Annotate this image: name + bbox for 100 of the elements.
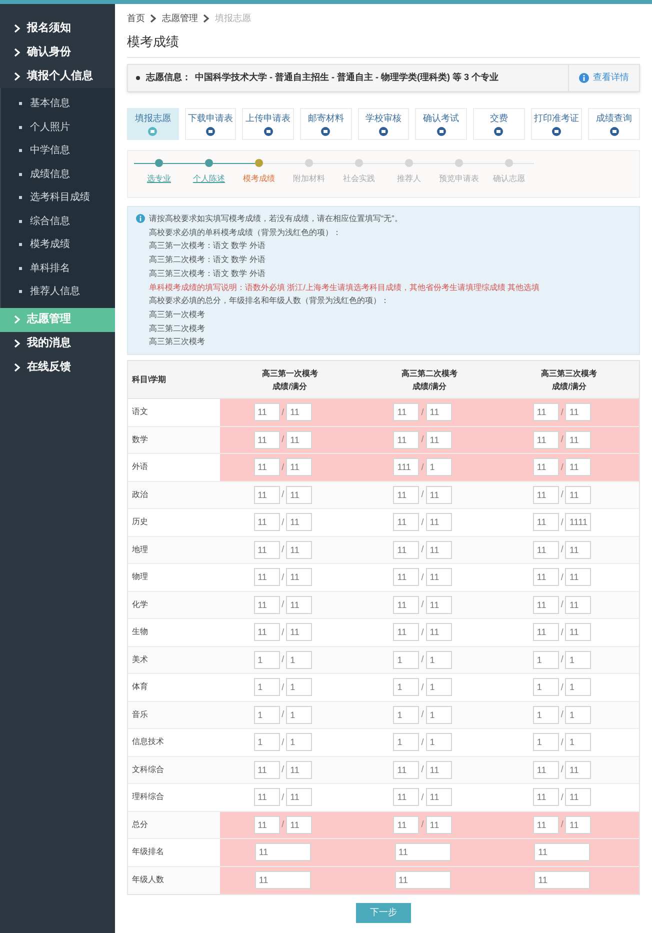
score-field[interactable]: 11 <box>254 430 280 449</box>
score-field[interactable]: 1 <box>286 650 312 669</box>
process-tab[interactable]: 邮寄材料 <box>300 108 352 140</box>
score-field[interactable]: 11 <box>254 568 280 586</box>
submenu-item[interactable]: 模考成绩 <box>1 233 115 256</box>
score-field[interactable]: 11 <box>565 760 592 779</box>
score-field[interactable]: 11 <box>286 816 312 834</box>
score-field[interactable]: 1 <box>254 678 280 696</box>
score-field[interactable]: 11 <box>254 623 280 642</box>
step-label[interactable]: 预览申请表 <box>439 173 479 185</box>
score-field[interactable]: 1 <box>286 733 312 752</box>
score-field[interactable]: 1 <box>565 706 592 724</box>
score-field[interactable]: 11 <box>286 623 312 642</box>
score-field[interactable]: 1 <box>393 733 420 752</box>
score-field[interactable]: 11 <box>286 513 312 532</box>
sidebar-item[interactable]: 确认身份 <box>0 40 115 64</box>
score-field[interactable]: 11 <box>286 403 312 422</box>
score-field[interactable]: 11 <box>565 458 592 476</box>
score-field[interactable]: 11 <box>286 596 312 614</box>
submenu-item[interactable]: 基本信息 <box>1 92 115 116</box>
score-field[interactable]: 11 <box>254 788 280 806</box>
process-tab[interactable]: 交费 <box>473 108 525 140</box>
score-field[interactable]: 11 <box>254 843 311 862</box>
score-field[interactable]: 11 <box>426 513 452 532</box>
score-field[interactable]: 11 <box>532 596 559 614</box>
process-tab[interactable]: 下载申请表 <box>184 108 236 140</box>
score-field[interactable]: 11 <box>393 816 420 834</box>
score-field[interactable]: 11 <box>254 816 280 834</box>
score-field[interactable]: 11 <box>286 430 312 449</box>
score-field[interactable]: 11 <box>254 513 280 532</box>
score-field[interactable]: 11 <box>426 486 452 504</box>
score-field[interactable]: 11 <box>532 458 559 476</box>
score-field[interactable]: 1 <box>426 650 452 669</box>
score-field[interactable]: 11 <box>393 760 420 779</box>
submenu-item[interactable]: 选考科目成绩 <box>1 186 115 210</box>
score-field[interactable]: 1 <box>254 706 280 724</box>
score-field[interactable]: 11 <box>286 788 312 806</box>
score-field[interactable]: 1 <box>565 678 592 696</box>
score-field[interactable]: 1 <box>393 650 420 669</box>
score-field[interactable]: 11 <box>393 486 420 504</box>
score-field[interactable]: 11 <box>394 843 450 862</box>
score-field[interactable]: 11 <box>532 788 559 806</box>
process-tab[interactable]: 成绩查询 <box>588 108 640 140</box>
score-field[interactable]: 11 <box>426 596 452 614</box>
score-field[interactable]: 11 <box>286 540 312 559</box>
score-field[interactable]: 11 <box>426 816 452 834</box>
score-field[interactable]: 11 <box>254 540 280 559</box>
score-field[interactable]: 111 <box>393 458 420 476</box>
score-field[interactable]: 11 <box>532 623 559 642</box>
score-field[interactable]: 11 <box>393 540 420 559</box>
score-field[interactable]: 1 <box>254 733 280 752</box>
sidebar-item[interactable]: 报名须知 <box>0 16 115 40</box>
score-field[interactable]: 11 <box>565 540 592 559</box>
score-field[interactable]: 11 <box>426 403 452 422</box>
score-field[interactable]: 11 <box>254 486 280 504</box>
next-button[interactable]: 下一步 <box>356 903 411 924</box>
step-label[interactable]: 选专业 <box>147 173 171 185</box>
score-field[interactable]: 11 <box>286 458 312 476</box>
score-field[interactable]: 1 <box>254 650 280 669</box>
score-field[interactable]: 11 <box>532 486 559 504</box>
process-tab[interactable]: 确认考试 <box>415 108 468 140</box>
step-label[interactable]: 附加材料 <box>293 173 325 185</box>
score-field[interactable]: 11 <box>286 760 312 779</box>
score-field[interactable]: 11 <box>532 816 559 834</box>
score-field[interactable]: 11 <box>426 623 452 642</box>
score-field[interactable]: 1 <box>532 706 559 724</box>
score-field[interactable]: 1 <box>286 706 312 724</box>
step-label[interactable]: 个人陈述 <box>193 173 225 185</box>
score-field[interactable]: 1 <box>286 678 312 696</box>
score-field[interactable]: 11 <box>565 403 592 422</box>
score-field[interactable]: 11 <box>393 596 420 614</box>
score-field[interactable]: 1 <box>426 678 452 696</box>
score-field[interactable]: 11 <box>565 623 592 642</box>
score-field[interactable]: 1 <box>532 650 559 669</box>
score-field[interactable]: 11 <box>532 513 559 532</box>
score-field[interactable]: 1 <box>393 706 420 724</box>
score-field[interactable]: 11 <box>565 788 592 806</box>
score-field[interactable]: 1 <box>426 706 452 724</box>
score-field[interactable]: 11 <box>254 458 280 476</box>
sidebar-item[interactable]: 在线反馈 <box>0 356 115 380</box>
submenu-item[interactable]: 推荐人信息 <box>1 280 115 304</box>
score-field[interactable]: 1 <box>426 733 452 752</box>
breadcrumb-link[interactable]: 首页 <box>127 12 145 26</box>
submenu-item[interactable]: 综合信息 <box>1 210 115 233</box>
process-tab[interactable]: 填报志愿 <box>127 108 179 140</box>
score-field[interactable]: 11 <box>534 871 590 890</box>
score-field[interactable]: 11 <box>254 596 280 614</box>
process-tab[interactable]: 学校审核 <box>358 108 410 140</box>
score-field[interactable]: 11 <box>426 568 452 586</box>
step-label[interactable]: 确认志愿 <box>493 173 525 185</box>
score-field[interactable]: 11 <box>532 540 559 559</box>
score-field[interactable]: 11 <box>532 760 559 779</box>
score-field[interactable]: 11 <box>393 623 420 642</box>
score-field[interactable]: 11 <box>532 568 559 586</box>
submenu-item[interactable]: 个人照片 <box>1 116 115 139</box>
process-tab[interactable]: 打印准考证 <box>530 108 582 140</box>
score-field[interactable]: 11 <box>565 486 592 504</box>
score-field[interactable]: 11 <box>393 788 420 806</box>
score-field[interactable]: 11 <box>426 788 452 806</box>
submenu-item[interactable]: 成绩信息 <box>1 162 115 186</box>
